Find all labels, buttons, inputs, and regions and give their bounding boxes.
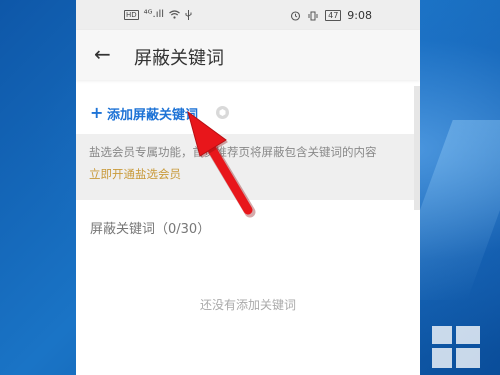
hd-badge: HD — [124, 9, 139, 20]
app-header: ← 屏蔽关键词 — [76, 30, 420, 80]
vibrate-icon — [308, 11, 318, 20]
status-time: 9:08 — [347, 9, 372, 22]
usb-icon — [185, 9, 192, 20]
phone-screen: HD ⁴ᴳ.ıll 47 9:08 ← 屏蔽关键词 + 添加屏蔽关键词 盐选会员… — [76, 0, 420, 375]
page-title: 屏蔽关键词 — [134, 48, 224, 69]
vip-notice: 盐选会员专属功能，首页推荐页将屏蔽包含关键词的内容 立即开通盐选会员 — [76, 134, 414, 200]
signal-icon: ⁴ᴳ.ıll — [143, 9, 165, 20]
scroll-indicator — [414, 86, 420, 210]
status-bar: HD ⁴ᴳ.ıll 47 9:08 — [76, 0, 420, 30]
windows-logo-tile — [432, 326, 452, 344]
vip-lock-icon — [216, 106, 229, 119]
battery-icon: 47 — [325, 10, 342, 21]
windows-logo-tile — [456, 326, 480, 344]
plus-icon: + — [90, 103, 104, 122]
add-keyword-label: 添加屏蔽关键词 — [107, 108, 199, 123]
vip-notice-text: 盐选会员专属功能，首页推荐页将屏蔽包含关键词的内容 — [89, 145, 377, 159]
windows-logo-tile — [432, 348, 452, 368]
wifi-icon — [169, 10, 180, 19]
alarm-icon — [291, 11, 301, 21]
keywords-section-title: 屏蔽关键词（0/30） — [90, 222, 211, 237]
windows-logo-tile — [456, 348, 480, 368]
add-keyword-button[interactable]: + 添加屏蔽关键词 — [76, 96, 420, 132]
empty-state-text: 还没有添加关键词 — [199, 298, 296, 312]
back-arrow-icon[interactable]: ← — [94, 44, 111, 64]
open-vip-link[interactable]: 立即开通盐选会员 — [89, 166, 181, 182]
